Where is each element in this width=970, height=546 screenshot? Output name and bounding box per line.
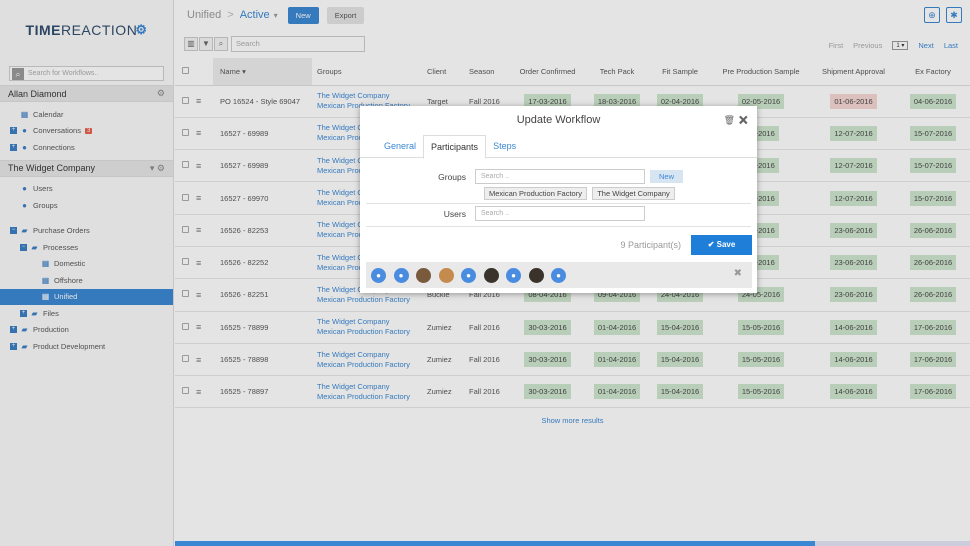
- group-tags: Mexican Production Factory The Widget Co…: [484, 187, 678, 200]
- modal-title-text: Update Workflow: [516, 114, 601, 126]
- tab-general[interactable]: General: [377, 135, 423, 157]
- tab-steps[interactable]: Steps: [486, 135, 523, 157]
- groups-label: Groups: [438, 171, 466, 182]
- save-label: Save: [716, 240, 736, 249]
- group-tag[interactable]: Mexican Production Factory: [484, 187, 587, 200]
- photo-avatar[interactable]: [483, 267, 499, 283]
- close-icon[interactable]: ✖: [734, 268, 742, 279]
- participant-count: 9 Participant(s): [620, 240, 681, 250]
- modal-title: Update Workflow 🗑 ✖: [360, 106, 757, 135]
- trash-icon[interactable]: 🗑: [724, 115, 735, 125]
- user-avatar-icon[interactable]: ●: [506, 267, 521, 283]
- close-icon[interactable]: ✖: [738, 115, 749, 125]
- modal-tabs: General Participants Steps: [360, 135, 757, 159]
- check-icon: ✔: [707, 240, 715, 249]
- user-avatar-icon[interactable]: ●: [461, 267, 476, 283]
- group-tag[interactable]: The Widget Company: [592, 187, 675, 200]
- user-avatar-icon[interactable]: ●: [371, 267, 386, 283]
- user-avatar-icon[interactable]: ●: [393, 267, 409, 283]
- user-avatar-icon[interactable]: ●: [551, 267, 566, 283]
- horizontal-scrollbar[interactable]: [175, 541, 970, 546]
- divider: [366, 203, 751, 204]
- users-search-input[interactable]: Search ..: [475, 206, 645, 221]
- modal-title-icons: 🗑 ✖: [724, 106, 749, 135]
- groups-search-input[interactable]: Search ..: [475, 169, 645, 184]
- scrollbar-track[interactable]: [815, 541, 970, 546]
- photo-avatar[interactable]: [528, 267, 544, 283]
- groups-row: Groups Search .. New: [360, 169, 684, 184]
- participant-avatars: ● ● ● ● ● ✖: [366, 262, 752, 288]
- new-group-button[interactable]: New: [650, 170, 684, 183]
- tab-participants[interactable]: Participants: [423, 135, 487, 159]
- save-button[interactable]: ✔ Save: [691, 235, 752, 255]
- users-label: Users: [443, 208, 466, 219]
- photo-avatar[interactable]: [416, 267, 431, 283]
- photo-avatar[interactable]: [438, 267, 454, 283]
- users-row: Users Search ..: [360, 206, 645, 221]
- update-workflow-modal: Update Workflow 🗑 ✖ General Participants…: [360, 106, 757, 293]
- divider: [366, 226, 751, 227]
